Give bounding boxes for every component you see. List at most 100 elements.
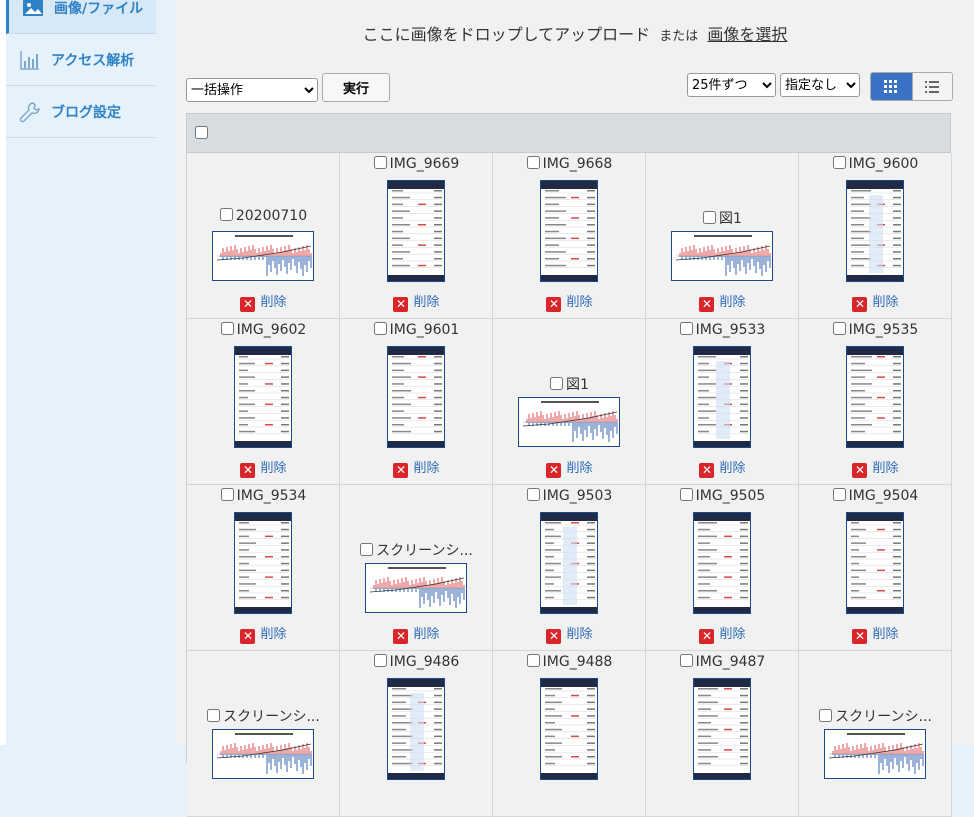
file-name-row: IMG_9487 bbox=[646, 654, 799, 670]
delete-label: 削除 bbox=[566, 461, 593, 476]
delete-button[interactable]: ✕ 削除 bbox=[799, 291, 952, 312]
file-thumbnail[interactable] bbox=[693, 512, 751, 614]
delete-button[interactable]: ✕ 削除 bbox=[646, 457, 799, 478]
file-thumbnail[interactable] bbox=[540, 678, 598, 780]
file-card: スクリーンシ... ✕ 削除 bbox=[340, 485, 493, 651]
file-thumbnail[interactable] bbox=[693, 346, 751, 448]
file-name-row: 図1 bbox=[646, 208, 799, 228]
file-checkbox[interactable] bbox=[550, 377, 564, 390]
select-all-checkbox[interactable] bbox=[195, 126, 208, 139]
file-thumbnail[interactable] bbox=[387, 678, 445, 780]
delete-label: 削除 bbox=[872, 295, 899, 310]
file-card: IMG_9504 ✕ 削除 bbox=[799, 485, 952, 651]
file-checkbox[interactable] bbox=[220, 322, 234, 335]
delete-button[interactable]: ✕ 削除 bbox=[340, 623, 493, 644]
wrench-icon bbox=[19, 101, 41, 123]
delete-icon: ✕ bbox=[240, 297, 256, 312]
delete-button[interactable]: ✕ 削除 bbox=[187, 623, 340, 644]
file-thumbnail[interactable] bbox=[846, 512, 904, 614]
bulk-action-select[interactable]: 一括操作 bbox=[186, 78, 318, 102]
file-thumbnail[interactable] bbox=[671, 231, 773, 281]
file-checkbox[interactable] bbox=[679, 654, 693, 667]
file-thumbnail[interactable] bbox=[387, 346, 445, 448]
file-name: 図1 bbox=[566, 377, 589, 393]
sidebar-item-analytics[interactable]: アクセス解析 bbox=[6, 34, 156, 86]
delete-label: 削除 bbox=[719, 627, 746, 642]
file-checkbox[interactable] bbox=[373, 322, 387, 335]
file-thumbnail[interactable] bbox=[846, 346, 904, 448]
upload-drop-zone[interactable]: ここに画像をドロップしてアップロード または 画像を選択 bbox=[176, 0, 974, 58]
sort-select[interactable]: 指定なし bbox=[780, 73, 860, 97]
file-checkbox[interactable] bbox=[703, 211, 717, 224]
file-checkbox[interactable] bbox=[373, 156, 387, 169]
file-name-row: 20200710 bbox=[187, 208, 340, 224]
file-thumbnail[interactable] bbox=[518, 397, 620, 447]
file-thumbnail[interactable] bbox=[824, 729, 926, 779]
select-image-link[interactable]: 画像を選択 bbox=[707, 25, 787, 44]
delete-button[interactable]: ✕ 削除 bbox=[493, 623, 646, 644]
delete-button[interactable]: ✕ 削除 bbox=[340, 291, 493, 312]
file-checkbox[interactable] bbox=[819, 709, 833, 722]
file-thumbnail[interactable] bbox=[234, 346, 292, 448]
delete-button[interactable]: ✕ 削除 bbox=[646, 623, 799, 644]
file-checkbox[interactable] bbox=[373, 654, 387, 667]
run-button[interactable]: 実行 bbox=[322, 73, 390, 102]
file-name-row: スクリーンシ... bbox=[187, 706, 340, 726]
per-page-select[interactable]: 25件ずつ bbox=[687, 73, 776, 97]
delete-button[interactable]: ✕ 削除 bbox=[799, 623, 952, 644]
file-checkbox[interactable] bbox=[832, 156, 846, 169]
file-checkbox[interactable] bbox=[207, 709, 221, 722]
file-thumbnail[interactable] bbox=[693, 678, 751, 780]
delete-button[interactable]: ✕ 削除 bbox=[187, 291, 340, 312]
bar-chart-icon bbox=[19, 49, 41, 71]
file-thumbnail[interactable] bbox=[540, 180, 598, 282]
delete-button[interactable]: ✕ 削除 bbox=[799, 457, 952, 478]
sidebar-item-images[interactable]: 画像/ファイル bbox=[6, 0, 156, 34]
file-checkbox[interactable] bbox=[679, 488, 693, 501]
file-checkbox[interactable] bbox=[526, 488, 540, 501]
file-card: IMG_9669 ✕ 削除 bbox=[340, 153, 493, 319]
delete-label: 削除 bbox=[413, 295, 440, 310]
delete-icon: ✕ bbox=[393, 297, 409, 312]
file-thumbnail[interactable] bbox=[365, 563, 467, 613]
file-thumbnail[interactable] bbox=[212, 729, 314, 779]
file-thumbnail[interactable] bbox=[387, 180, 445, 282]
file-name: IMG_9533 bbox=[695, 322, 766, 338]
file-thumbnail[interactable] bbox=[540, 512, 598, 614]
file-checkbox[interactable] bbox=[832, 322, 846, 335]
file-checkbox[interactable] bbox=[219, 208, 233, 221]
delete-button[interactable]: ✕ 削除 bbox=[493, 457, 646, 478]
delete-button[interactable]: ✕ 削除 bbox=[493, 291, 646, 312]
list-icon bbox=[925, 80, 940, 93]
file-card: 図1 ✕ 削除 bbox=[646, 153, 799, 319]
sidebar-item-blog-settings[interactable]: ブログ設定 bbox=[6, 86, 156, 138]
delete-button[interactable]: ✕ 削除 bbox=[340, 457, 493, 478]
file-checkbox[interactable] bbox=[526, 156, 540, 169]
file-checkbox[interactable] bbox=[220, 488, 234, 501]
grid-icon bbox=[884, 79, 898, 93]
file-card: スクリーンシ... bbox=[799, 651, 952, 817]
delete-icon: ✕ bbox=[393, 629, 409, 644]
delete-button[interactable]: ✕ 削除 bbox=[646, 291, 799, 312]
file-name-row: IMG_9600 bbox=[799, 156, 952, 172]
file-thumbnail[interactable] bbox=[846, 180, 904, 282]
file-checkbox[interactable] bbox=[526, 654, 540, 667]
file-thumbnail[interactable] bbox=[234, 512, 292, 614]
delete-icon: ✕ bbox=[699, 629, 715, 644]
file-card: IMG_9503 ✕ 削除 bbox=[493, 485, 646, 651]
file-checkbox[interactable] bbox=[832, 488, 846, 501]
file-name-row: IMG_9505 bbox=[646, 488, 799, 504]
file-name-row: スクリーンシ... bbox=[340, 540, 493, 560]
file-thumbnail[interactable] bbox=[212, 231, 314, 281]
file-card: IMG_9505 ✕ 削除 bbox=[646, 485, 799, 651]
drop-zone-or: または bbox=[659, 29, 699, 44]
delete-button[interactable]: ✕ 削除 bbox=[187, 457, 340, 478]
grid-view-button[interactable] bbox=[871, 73, 912, 100]
file-checkbox[interactable] bbox=[679, 322, 693, 335]
file-card: IMG_9486 bbox=[340, 651, 493, 817]
file-card: スクリーンシ... bbox=[187, 651, 340, 817]
file-name: IMG_9503 bbox=[542, 488, 613, 504]
file-name: IMG_9600 bbox=[848, 156, 919, 172]
file-checkbox[interactable] bbox=[360, 543, 374, 556]
list-view-button[interactable] bbox=[911, 73, 952, 100]
